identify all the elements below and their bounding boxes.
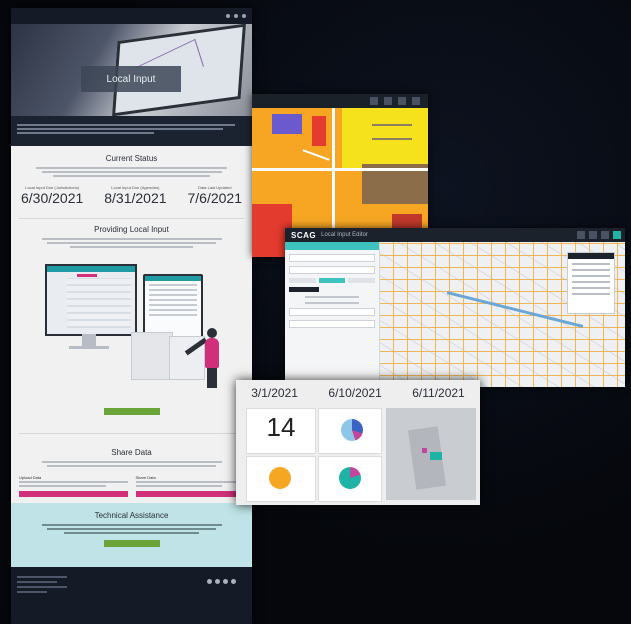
layers-icon[interactable] [370,97,378,105]
share-card: Share Data [135,475,244,497]
top-nav [11,8,252,24]
dashboard-screenshot: 3/1/2021 6/10/2021 6/11/2021 14 [236,380,480,505]
section-title: Technical Assistance [94,511,169,520]
attribute-field[interactable] [289,320,375,328]
date-1: 3/1/2021 [251,386,298,400]
providing-input-section: Providing Local Input [11,225,252,427]
share-data-section: Share Data Upload Data Share Data [11,440,252,503]
local-input-page: Local Input Current Status Local Input D… [11,8,252,624]
pie-card-3 [318,456,382,502]
jurisdiction-field[interactable] [289,254,375,262]
count-card: 14 [246,408,316,454]
print-icon[interactable] [601,231,609,239]
section-title: Share Data [111,448,152,457]
basemap-icon[interactable] [589,231,597,239]
fullscreen-icon[interactable] [398,97,406,105]
tab-2[interactable] [318,278,346,283]
nav-icons [226,14,246,18]
technical-assistance-section: Technical Assistance [11,503,252,567]
scag-logo: SCAG [291,230,317,240]
attribute-field[interactable] [289,308,375,316]
upload-card: Upload Data [19,475,128,497]
settings-icon[interactable] [412,97,420,105]
facebook-icon[interactable] [207,579,212,584]
hero-title: Local Input [81,66,181,92]
dashboard-dates: 3/1/2021 6/10/2021 6/11/2021 [236,386,480,400]
contact-button[interactable] [103,540,160,547]
monitor-illustration [45,264,137,336]
date-agencies: Local Input Due (Agencies) 8/31/2021 [104,185,167,206]
user-icon[interactable] [234,14,238,18]
intro-text [11,116,252,146]
section-title: Providing Local Input [94,225,169,234]
pie-card-1 [318,408,382,454]
search-button[interactable] [289,287,319,292]
section-title: Current Status [105,154,158,163]
share-button[interactable] [135,491,244,497]
twitter-icon[interactable] [215,579,220,584]
editor-title: Local Input Editor [321,232,368,238]
status-dates: Local Input Due (Jurisdictions) 6/30/202… [19,185,244,206]
footer [11,567,252,624]
zoom-icon[interactable] [384,97,392,105]
count-value: 14 [266,412,296,442]
editor-header: SCAG Local Input Editor [285,228,625,242]
date-3: 6/11/2021 [412,386,465,400]
help-icon[interactable] [613,231,621,239]
sidebar-header [285,242,379,250]
upload-button[interactable] [19,491,128,497]
illustration [19,252,244,402]
social-links [207,579,236,584]
current-status-section: Current Status Local Input Due (Jurisdic… [11,146,252,212]
layers-icon[interactable] [577,231,585,239]
pie-card-2 [246,456,316,502]
editor-sidebar [285,242,380,387]
menu-icon[interactable] [242,14,246,18]
date-last-updated: Data Last Updated 7/6/2021 [187,185,243,206]
tab-3[interactable] [348,278,376,283]
search-icon[interactable] [226,14,230,18]
map-toolbar [252,94,428,108]
legend-panel [567,252,615,314]
date-2: 6/10/2021 [328,386,382,400]
instagram-icon[interactable] [223,579,228,584]
tab-1[interactable] [289,278,316,283]
learn-more-button[interactable] [103,408,160,415]
dashboard-map[interactable] [386,408,476,500]
parcel-field[interactable] [289,266,375,274]
person-illustration [205,328,219,368]
local-input-editor-screenshot: SCAG Local Input Editor [285,228,625,387]
date-jurisdictions: Local Input Due (Jurisdictions) 6/30/202… [21,185,84,206]
youtube-icon[interactable] [231,579,236,584]
hero-banner: Local Input [11,24,252,116]
